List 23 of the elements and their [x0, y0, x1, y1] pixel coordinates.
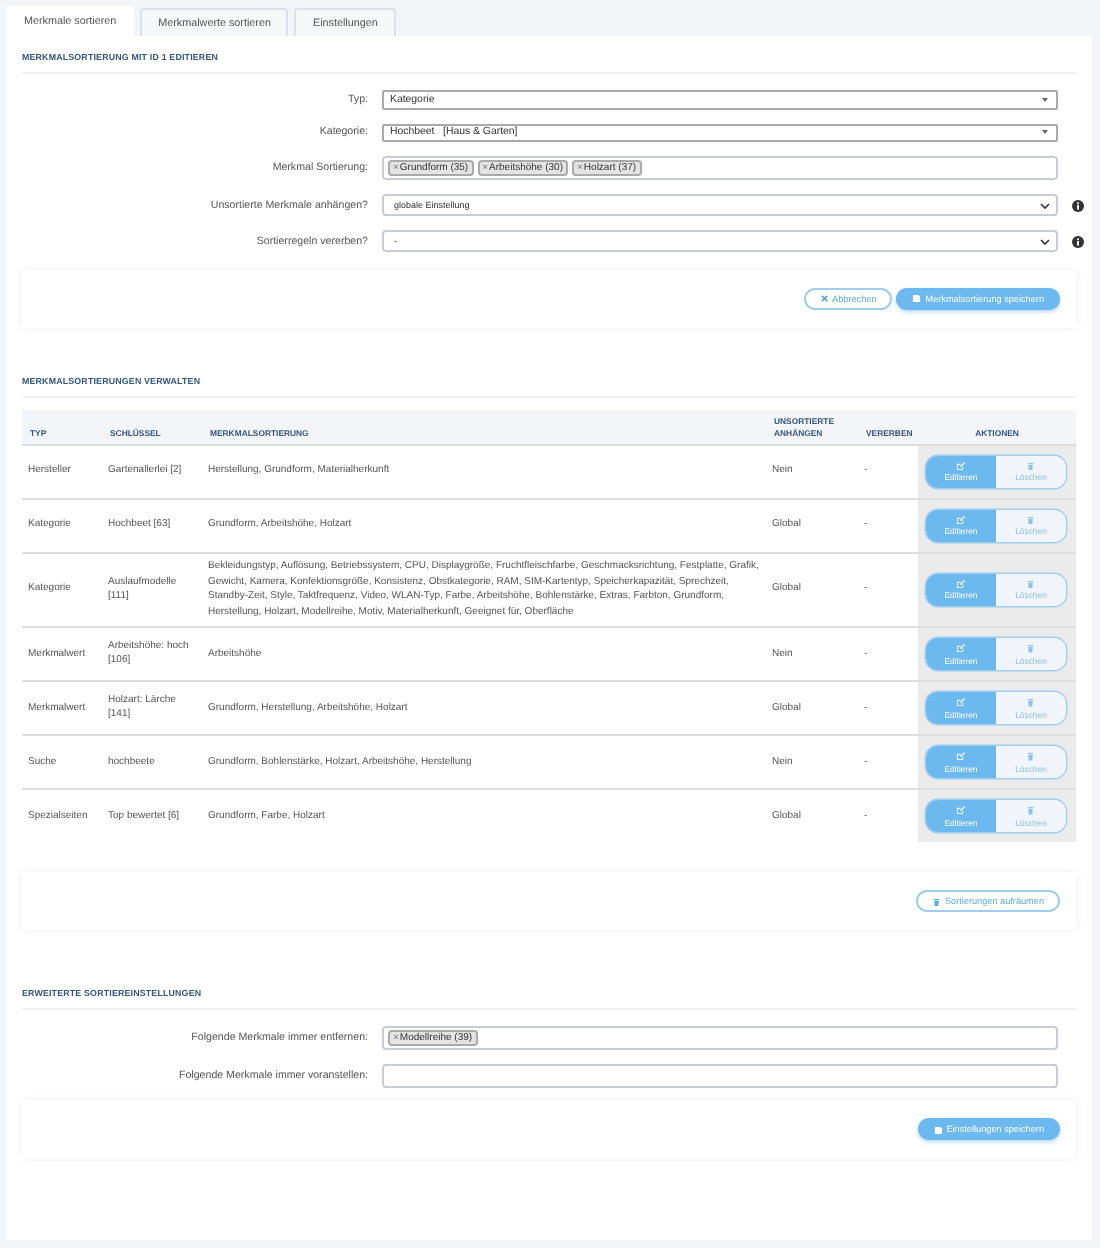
close-icon — [819, 294, 829, 304]
pencil-square-icon — [956, 806, 966, 816]
pencil-square-icon — [956, 752, 966, 762]
trash-icon — [1026, 806, 1036, 816]
trash-icon — [1026, 698, 1036, 708]
pencil-square-icon — [956, 579, 966, 589]
caret-down-icon — [1040, 95, 1050, 104]
chevron-down-icon — [1040, 201, 1050, 209]
caret-down-icon — [1040, 128, 1050, 137]
pencil-square-icon — [956, 461, 966, 471]
trash-icon — [1026, 461, 1036, 471]
pencil-square-icon — [956, 515, 966, 525]
trash-icon — [1026, 579, 1036, 589]
input-field[interactable] — [382, 1064, 1058, 1089]
pencil-square-icon — [956, 698, 966, 708]
chevron-down-icon — [1040, 237, 1050, 245]
trash-icon — [1026, 752, 1036, 762]
info-icon[interactable] — [1072, 235, 1084, 247]
info-icon[interactable] — [1072, 199, 1084, 211]
pencil-square-icon — [956, 644, 966, 654]
trash-icon — [1026, 515, 1036, 525]
trash-icon — [1026, 644, 1036, 654]
trash-icon — [931, 897, 941, 907]
